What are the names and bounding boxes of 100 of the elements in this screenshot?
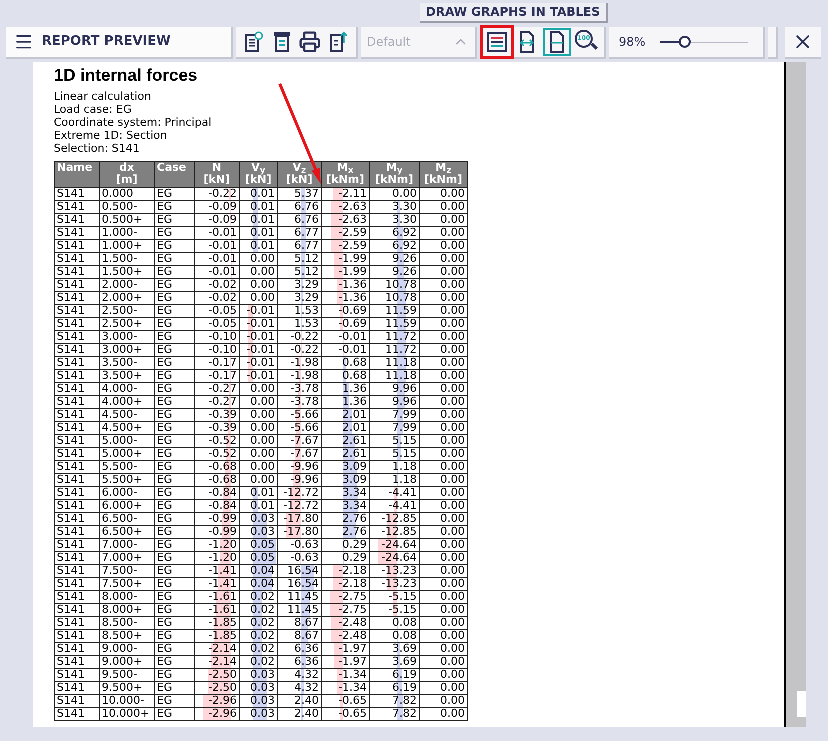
table-cell: -13.23 <box>370 578 420 590</box>
close-button[interactable] <box>785 27 821 59</box>
table-cell: 8.67 <box>278 616 322 630</box>
toolbar-button[interactable] <box>483 28 511 56</box>
table-cell: 3.09 <box>322 474 370 486</box>
scrollbar-thumb[interactable] <box>797 691 806 717</box>
table-cell: S141 <box>54 448 100 460</box>
table-cell: EG <box>154 486 194 500</box>
column-header: V$_{z}$ [kN] <box>285 162 314 186</box>
table-cell: 0.03 <box>240 694 278 708</box>
table-cell: -0.99 <box>194 512 240 526</box>
table-cell: 6.000- <box>100 486 154 500</box>
zoom-slider[interactable] <box>660 36 748 48</box>
table-cell: S141 <box>54 318 100 330</box>
table-cell: -2.50 <box>194 682 240 694</box>
table-cell: EG <box>154 278 194 292</box>
table-cell: 1.000- <box>100 226 154 240</box>
table-cell: S141 <box>54 694 100 708</box>
table-cell: 0.00 <box>420 682 468 694</box>
table-cell: -17.80 <box>278 526 322 538</box>
table-cell: S141 <box>54 668 100 682</box>
table-cell: -0.01 <box>322 330 370 344</box>
table-cell: -2.14 <box>194 642 240 656</box>
table-cell: -12.85 <box>370 526 420 538</box>
table-cell: -0.09 <box>194 200 240 214</box>
table-cell: 0.00 <box>420 266 468 278</box>
table-cell: 0.08 <box>370 630 420 642</box>
table-cell: 6.19 <box>370 682 420 694</box>
table-cell: EG <box>154 708 194 720</box>
table-cell: 2.000- <box>100 278 154 292</box>
slider-thumb[interactable] <box>679 36 692 48</box>
table-cell: S141 <box>54 422 100 434</box>
table-cell: 2.76 <box>322 526 370 538</box>
table-cell: -4.41 <box>370 486 420 500</box>
table-cell: S141 <box>54 500 100 512</box>
column-header: V$_{y}$ [kN] <box>244 162 273 186</box>
table-cell: 0.00 <box>240 408 278 422</box>
toolbar-button[interactable] <box>543 28 571 56</box>
table-cell: 1.36 <box>322 382 370 396</box>
table-cell: 4.000+ <box>100 396 154 408</box>
table-cell: -2.14 <box>194 656 240 668</box>
table-cell: 1.000+ <box>100 240 154 252</box>
table-cell: 0.00 <box>420 616 468 630</box>
table-cell: S141 <box>54 200 100 214</box>
table-cell: 0.05 <box>240 538 278 552</box>
table-cell: 0.01 <box>240 200 278 214</box>
table-cell: 2.01 <box>322 422 370 434</box>
table-cell: -0.05 <box>194 304 240 318</box>
toolbar-panel <box>768 27 778 59</box>
table-cell: -0.22 <box>278 330 322 344</box>
table-cell: 0.00 <box>240 266 278 278</box>
column-header: N [kN] <box>202 162 232 186</box>
table-cell: -2.18 <box>322 578 370 590</box>
table-cell: 7.99 <box>370 422 420 434</box>
table-cell: EG <box>154 292 194 304</box>
table-cell: 0.00 <box>420 278 468 292</box>
table-cell: 9.96 <box>370 396 420 408</box>
table-cell: S141 <box>54 616 100 630</box>
table-cell: EG <box>154 552 194 564</box>
table-cell: 5.15 <box>370 448 420 460</box>
table-cell: 2.76 <box>322 512 370 526</box>
scrollbar[interactable] <box>786 62 806 727</box>
table-cell: EG <box>154 564 194 578</box>
table-cell: EG <box>154 500 194 512</box>
table-cell: 0.500- <box>100 200 154 214</box>
table-cell: EG <box>154 434 194 448</box>
table-cell: 0.00 <box>420 252 468 266</box>
table-cell: 9.500- <box>100 668 154 682</box>
table-cell: EG <box>154 188 194 200</box>
table-cell: 7.99 <box>370 408 420 422</box>
table-cell: 0.00 <box>420 708 468 720</box>
table-cell: -0.65 <box>322 694 370 708</box>
table-cell: -1.85 <box>194 630 240 642</box>
table-cell: 3.30 <box>370 214 420 226</box>
table-cell: 0.00 <box>240 396 278 408</box>
table-cell: 6.77 <box>278 226 322 240</box>
table-cell: -2.50 <box>194 668 240 682</box>
table-cell: 0.00 <box>420 656 468 668</box>
table-cell: -0.84 <box>194 500 240 512</box>
table-cell: 0.00 <box>420 578 468 590</box>
table-cell: -1.36 <box>322 278 370 292</box>
table-cell: 0.00 <box>420 474 468 486</box>
table-cell: S141 <box>54 526 100 538</box>
table-cell: -24.64 <box>370 538 420 552</box>
table-cell: -0.65 <box>322 708 370 720</box>
table-cell: 8.500+ <box>100 630 154 642</box>
table-cell: 6.500+ <box>100 526 154 538</box>
table-cell: EG <box>154 240 194 252</box>
table-cell: -0.68 <box>194 474 240 486</box>
table-cell: -4.41 <box>370 500 420 512</box>
table-cell: 11.18 <box>370 370 420 382</box>
table-cell: -2.96 <box>194 694 240 708</box>
table-cell: -2.96 <box>194 708 240 720</box>
table-cell: 2.61 <box>322 448 370 460</box>
table-cell: 2.000+ <box>100 292 154 304</box>
table-cell: 0.00 <box>420 668 468 682</box>
table-cell: 2.40 <box>278 694 322 708</box>
table-cell: 0.00 <box>420 382 468 396</box>
table-cell: 2.500+ <box>100 318 154 330</box>
table-cell: 6.92 <box>370 240 420 252</box>
